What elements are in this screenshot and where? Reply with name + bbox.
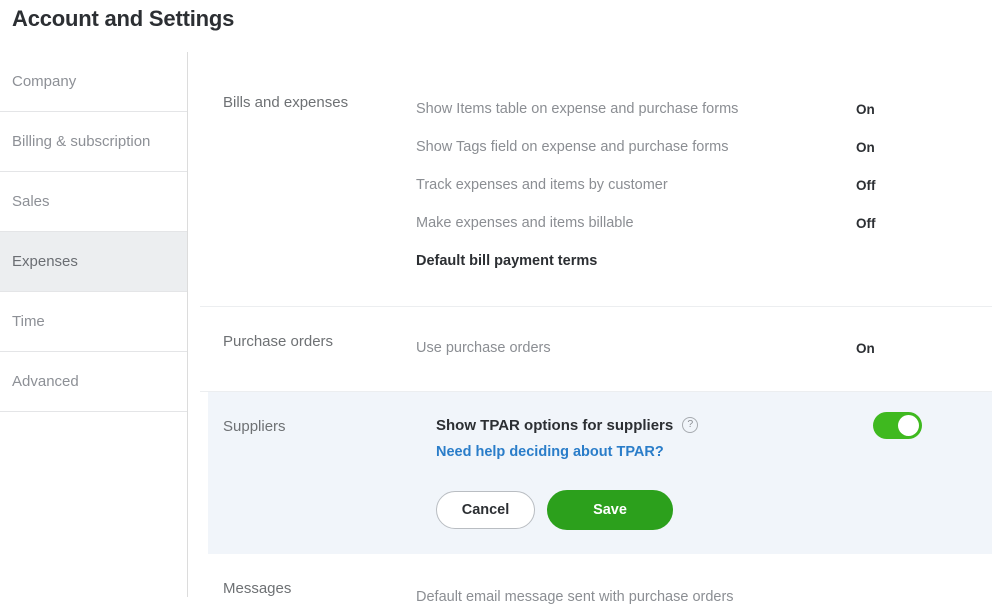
section-messages: Messages Default email message sent with… — [188, 554, 1000, 616]
setting-state: On — [856, 139, 875, 155]
setting-row-show-items-table[interactable]: Show Items table on expense and purchase… — [416, 90, 1000, 128]
setting-label: Show Tags field on expense and purchase … — [416, 139, 729, 155]
settings-main-panel: Bills and expenses Show Items table on e… — [188, 52, 1000, 605]
setting-label: Default email message sent with purchase… — [416, 589, 734, 605]
section-label-messages: Messages — [223, 580, 292, 597]
section-body-purchase-orders: Use purchase orders On — [416, 329, 1000, 367]
sidebar-item-label: Company — [12, 73, 77, 90]
setting-label: Use purchase orders — [416, 340, 551, 356]
toggle-knob — [898, 415, 919, 436]
sidebar-item-expenses[interactable]: Expenses — [0, 232, 187, 292]
tpar-option-header: Show TPAR options for suppliers ? — [436, 412, 992, 439]
save-button[interactable]: Save — [547, 490, 673, 530]
page-title: Account and Settings — [12, 6, 235, 31]
setting-label: Show Items table on expense and purchase… — [416, 101, 739, 117]
section-purchase-orders: Purchase orders Use purchase orders On — [188, 307, 1000, 391]
setting-row-default-bill-payment-terms[interactable]: Default bill payment terms — [416, 242, 1000, 280]
setting-state: On — [856, 101, 875, 117]
sidebar-item-advanced[interactable]: Advanced — [0, 352, 187, 412]
question-mark-icon[interactable]: ? — [682, 417, 699, 433]
setting-row-use-purchase-orders[interactable]: Use purchase orders On — [416, 329, 1000, 367]
cancel-button[interactable]: Cancel — [436, 491, 535, 529]
sidebar-item-label: Sales — [12, 193, 50, 210]
setting-row-track-expenses-by-customer[interactable]: Track expenses and items by customer Off — [416, 166, 1000, 204]
sidebar-item-sales[interactable]: Sales — [0, 172, 187, 232]
setting-state: Off — [856, 177, 876, 193]
setting-row-default-email-message[interactable]: Default email message sent with purchase… — [416, 578, 1000, 616]
section-bills-and-expenses: Bills and expenses Show Items table on e… — [188, 52, 1000, 306]
sidebar-item-label: Billing & subscription — [12, 133, 151, 150]
section-label-suppliers: Suppliers — [223, 418, 286, 435]
sidebar-item-time[interactable]: Time — [0, 292, 187, 352]
setting-state: On — [856, 340, 875, 356]
setting-label: Make expenses and items billable — [416, 215, 634, 231]
section-suppliers-expanded: Suppliers Show TPAR options for supplier… — [208, 392, 992, 554]
setting-label: Default bill payment terms — [416, 253, 598, 269]
section-body-bills: Show Items table on expense and purchase… — [416, 90, 1000, 280]
setting-row-make-expenses-billable[interactable]: Make expenses and items billable Off — [416, 204, 1000, 242]
tpar-toggle-switch[interactable] — [873, 412, 922, 439]
sidebar-empty-space — [0, 412, 187, 597]
sidebar-item-company[interactable]: Company — [0, 52, 187, 112]
section-label-bills: Bills and expenses — [223, 94, 349, 111]
sidebar-item-billing-subscription[interactable]: Billing & subscription — [0, 112, 187, 172]
section-label-purchase-orders: Purchase orders — [223, 333, 334, 350]
settings-sidebar: Company Billing & subscription Sales Exp… — [0, 52, 188, 597]
sidebar-item-label: Expenses — [12, 253, 78, 270]
section-body-messages: Default email message sent with purchase… — [416, 578, 1000, 616]
tpar-option-label: Show TPAR options for suppliers — [436, 416, 674, 434]
setting-label: Track expenses and items by customer — [416, 177, 668, 193]
sidebar-item-label: Time — [12, 313, 45, 330]
sidebar-item-label: Advanced — [12, 373, 79, 390]
setting-row-show-tags-field[interactable]: Show Tags field on expense and purchase … — [416, 128, 1000, 166]
setting-state: Off — [856, 215, 876, 231]
suppliers-action-buttons: Cancel Save — [436, 490, 992, 530]
section-body-suppliers: Show TPAR options for suppliers ? Need h… — [436, 412, 992, 530]
tpar-help-link[interactable]: Need help deciding about TPAR? — [436, 444, 992, 460]
